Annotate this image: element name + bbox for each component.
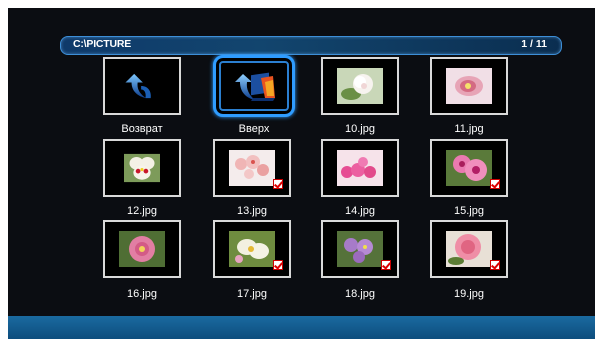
tile-label: 14.jpg (345, 205, 375, 217)
flower-thumbnail (446, 68, 492, 104)
flower-thumbnail (446, 150, 492, 186)
selected-checkbox[interactable] (381, 260, 391, 270)
tile-image[interactable] (430, 139, 508, 197)
tile-label: 18.jpg (345, 288, 375, 300)
current-path: C:\PICTURE (73, 38, 132, 50)
flower-thumbnail (446, 231, 492, 267)
tile-image[interactable] (321, 57, 399, 115)
tile-label: 10.jpg (345, 123, 375, 135)
tile-image[interactable] (430, 220, 508, 278)
flower-thumbnail (337, 68, 383, 104)
tile-label: 11.jpg (454, 123, 484, 135)
tile-label: Вверх (238, 123, 270, 135)
tile-label: 16.jpg (127, 288, 157, 300)
media-browser-screen: C:\PICTURE 1 / 11 Возврат Вверх 10.jpg 1… (8, 8, 595, 339)
path-bar: C:\PICTURE 1 / 11 (60, 36, 562, 55)
tile-label: 17.jpg (237, 288, 267, 300)
tile-label: 15.jpg (454, 205, 484, 217)
page-counter: 1 / 11 (521, 38, 547, 50)
tile-image[interactable] (213, 139, 291, 197)
tile-image[interactable] (103, 139, 181, 197)
tile-label: Возврат (121, 123, 163, 135)
flower-thumbnail (229, 231, 275, 267)
tile-image[interactable] (103, 220, 181, 278)
tile-image[interactable] (430, 57, 508, 115)
flower-thumbnail (229, 150, 275, 186)
tile-image[interactable] (213, 220, 291, 278)
flower-thumbnail (124, 153, 160, 183)
tile-label: 13.jpg (237, 205, 267, 217)
flower-thumbnail (119, 231, 165, 267)
flower-thumbnail (337, 150, 383, 186)
tile-label: 19.jpg (454, 288, 484, 300)
tile-return[interactable] (103, 57, 181, 115)
tile-image[interactable] (321, 220, 399, 278)
selected-checkbox[interactable] (490, 260, 500, 270)
selected-checkbox[interactable] (273, 260, 283, 270)
return-arrow-icon (125, 73, 151, 99)
selected-checkbox[interactable] (273, 179, 283, 189)
tile-label: 12.jpg (127, 205, 157, 217)
tile-image[interactable] (321, 139, 399, 197)
tile-up-folder[interactable] (213, 55, 295, 117)
up-folder-icon (235, 72, 275, 101)
flower-thumbnail (337, 231, 383, 267)
bottom-bar (8, 316, 595, 339)
selected-checkbox[interactable] (490, 179, 500, 189)
